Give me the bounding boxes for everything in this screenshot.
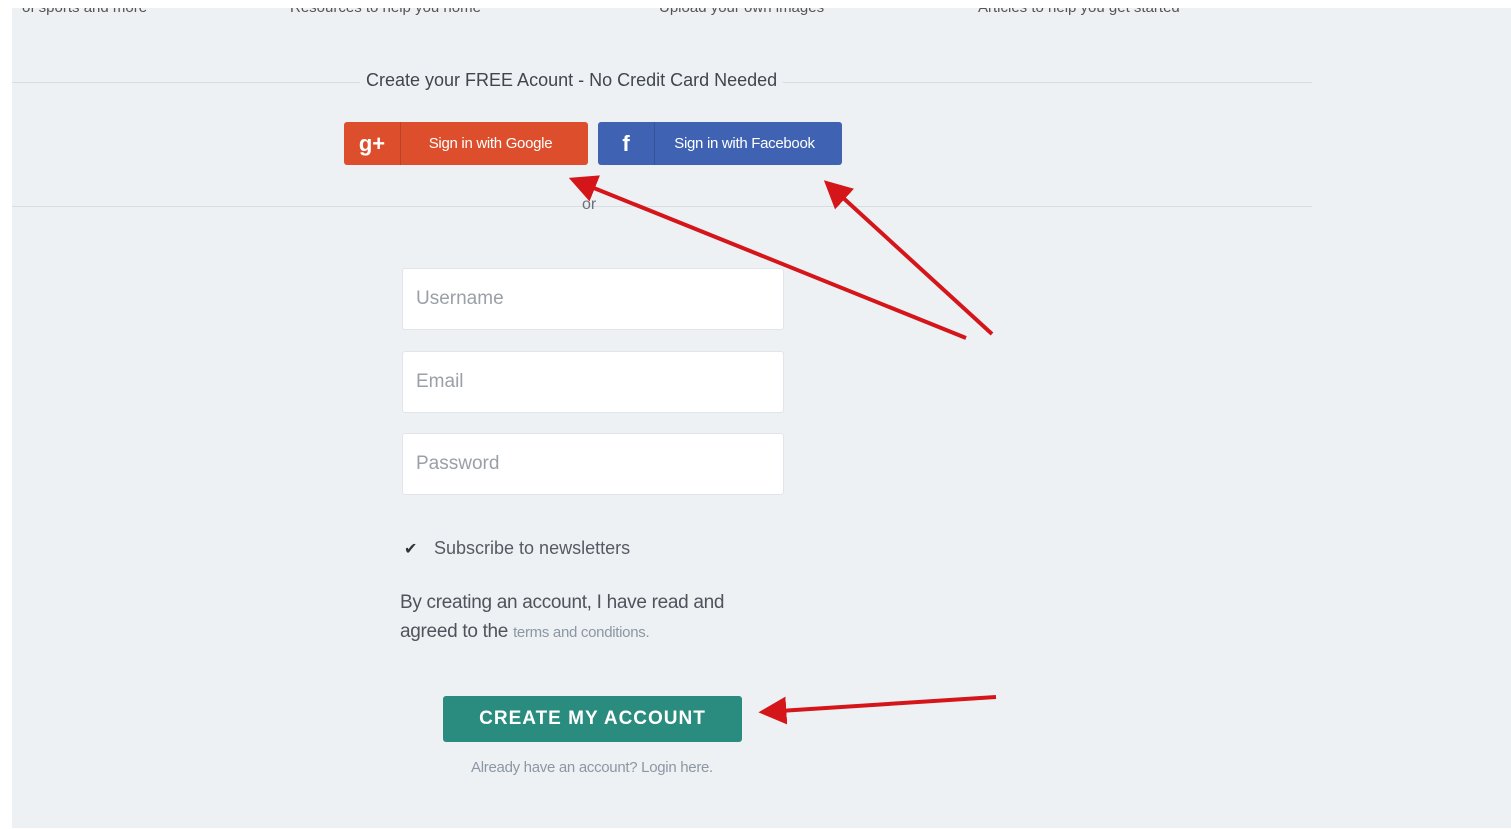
- or-divider: [12, 206, 1312, 207]
- terms-statement: By creating an account, I have read and …: [400, 588, 780, 647]
- email-input[interactable]: [402, 351, 784, 413]
- login-link[interactable]: Already have an account? Login here.: [437, 759, 747, 776]
- google-signin-label: Sign in with Google: [428, 135, 553, 152]
- subscribe-checkbox[interactable]: ✔ Subscribe to newsletters: [404, 538, 630, 559]
- top-features-strip: of sports and more Resources to help you…: [12, 8, 1312, 18]
- signup-page: of sports and more Resources to help you…: [12, 8, 1511, 828]
- feature-text: Upload your own images: [659, 8, 824, 16]
- feature-text: Resources to help you home: [290, 8, 481, 16]
- terms-link[interactable]: terms and conditions.: [513, 624, 650, 641]
- facebook-signin-button[interactable]: f Sign in with Facebook: [598, 122, 842, 165]
- facebook-signin-label: Sign in with Facebook: [674, 135, 815, 152]
- signup-title: Create your FREE Acount - No Credit Card…: [360, 70, 784, 91]
- facebook-icon: f: [598, 122, 655, 165]
- or-separator: or: [582, 196, 597, 213]
- subscribe-label: Subscribe to newsletters: [434, 538, 631, 558]
- check-icon: ✔: [404, 540, 418, 558]
- google-signin-button[interactable]: g+ Sign in with Google: [344, 122, 588, 165]
- username-input[interactable]: [402, 268, 784, 330]
- create-account-button[interactable]: CREATE MY ACCOUNT: [443, 696, 742, 742]
- feature-text: of sports and more: [22, 8, 147, 16]
- password-input[interactable]: [402, 433, 784, 495]
- google-plus-icon: g+: [344, 122, 401, 165]
- feature-text: Articles to help you get started: [978, 8, 1180, 16]
